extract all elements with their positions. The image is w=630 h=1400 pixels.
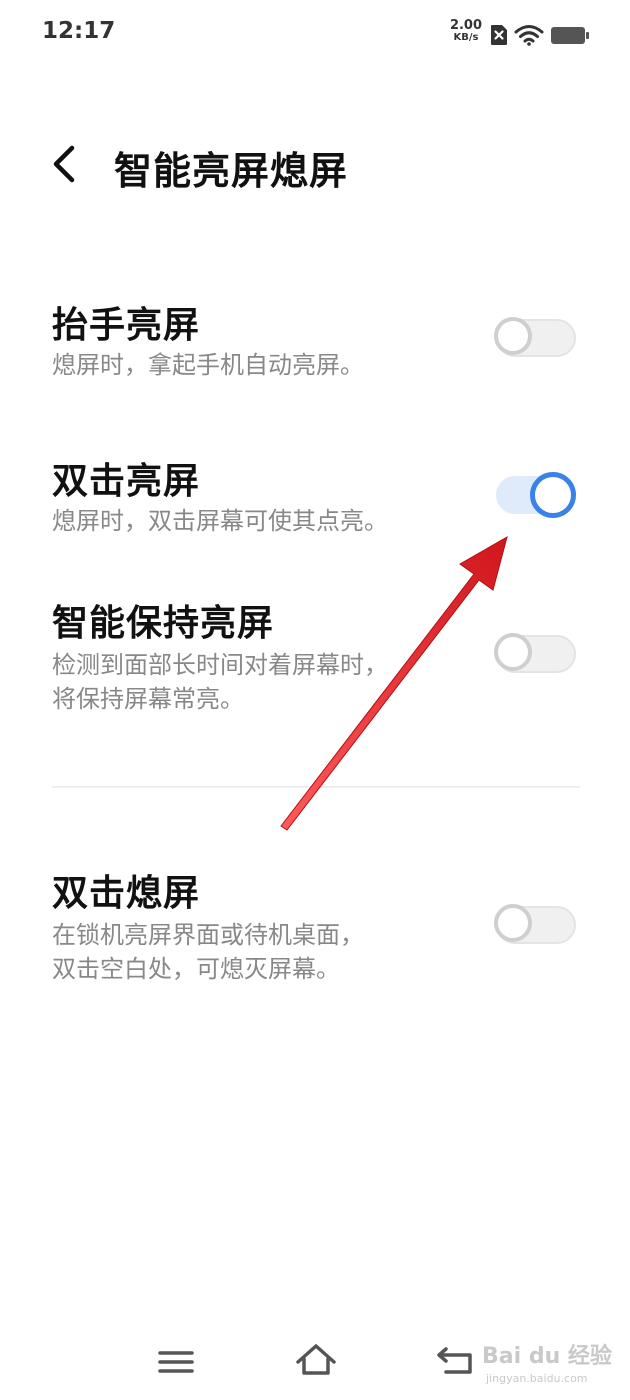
network-speed-value: 2.00 bbox=[449, 18, 483, 33]
setting-title: 双击熄屏 bbox=[52, 873, 201, 914]
wifi-icon bbox=[514, 25, 544, 46]
toggle-knob bbox=[494, 317, 532, 355]
network-speed-unit: KB/s bbox=[453, 32, 479, 43]
setting-description: 在锁机亮屏界面或待机桌面， 双击空白处，可熄灭屏幕。 bbox=[52, 918, 452, 986]
toggle-knob bbox=[494, 904, 532, 942]
status-time: 12:17 bbox=[42, 18, 116, 44]
watermark-url: jingyan.baidu.com bbox=[486, 1372, 588, 1385]
double-tap-to-sleep-toggle[interactable] bbox=[492, 902, 580, 948]
raise-to-wake-toggle[interactable] bbox=[492, 315, 580, 361]
toggle-knob bbox=[530, 472, 576, 518]
setting-description-line: 检测到面部长时间对着屏幕时， bbox=[52, 651, 388, 679]
setting-description-line: 在锁机亮屏界面或待机桌面， bbox=[52, 921, 364, 949]
double-tap-to-wake-toggle[interactable] bbox=[492, 472, 580, 518]
page-title: 智能亮屏熄屏 bbox=[114, 149, 349, 193]
home-icon[interactable] bbox=[292, 1340, 340, 1380]
setting-title: 智能保持亮屏 bbox=[52, 603, 275, 644]
setting-description-line: 将保持屏幕常亮。 bbox=[52, 685, 244, 713]
back-icon[interactable] bbox=[432, 1340, 478, 1380]
navigation-bar: Bai du 经验 jingyan.baidu.com bbox=[0, 1320, 630, 1400]
toggle-knob bbox=[494, 633, 532, 671]
setting-description-line: 熄屏时，双击屏幕可使其点亮。 bbox=[52, 507, 388, 535]
watermark-brand: Bai du 经验 bbox=[482, 1344, 612, 1369]
battery-icon bbox=[551, 27, 589, 44]
menu-icon[interactable] bbox=[154, 1342, 198, 1382]
sim-error-icon bbox=[491, 25, 507, 45]
network-speed: 2.00 KB/s bbox=[446, 18, 486, 44]
chevron-left-icon[interactable] bbox=[48, 144, 82, 184]
setting-description: 熄屏时，拿起手机自动亮屏。 bbox=[52, 348, 452, 382]
baidu-jingyan-watermark: Bai du 经验 jingyan.baidu.com bbox=[482, 1338, 622, 1396]
setting-description: 检测到面部长时间对着屏幕时， 将保持屏幕常亮。 bbox=[52, 648, 452, 716]
setting-title: 抬手亮屏 bbox=[52, 305, 201, 346]
status-bar: 12:17 2.00 KB/s bbox=[0, 0, 630, 70]
setting-title: 双击亮屏 bbox=[52, 461, 201, 502]
section-divider bbox=[52, 786, 580, 788]
page-header: 智能亮屏熄屏 bbox=[0, 130, 630, 200]
setting-description-line: 双击空白处，可熄灭屏幕。 bbox=[52, 955, 340, 983]
setting-description-line: 熄屏时，拿起手机自动亮屏。 bbox=[52, 351, 364, 379]
smart-stay-awake-toggle[interactable] bbox=[492, 631, 580, 677]
setting-description: 熄屏时，双击屏幕可使其点亮。 bbox=[52, 504, 452, 538]
